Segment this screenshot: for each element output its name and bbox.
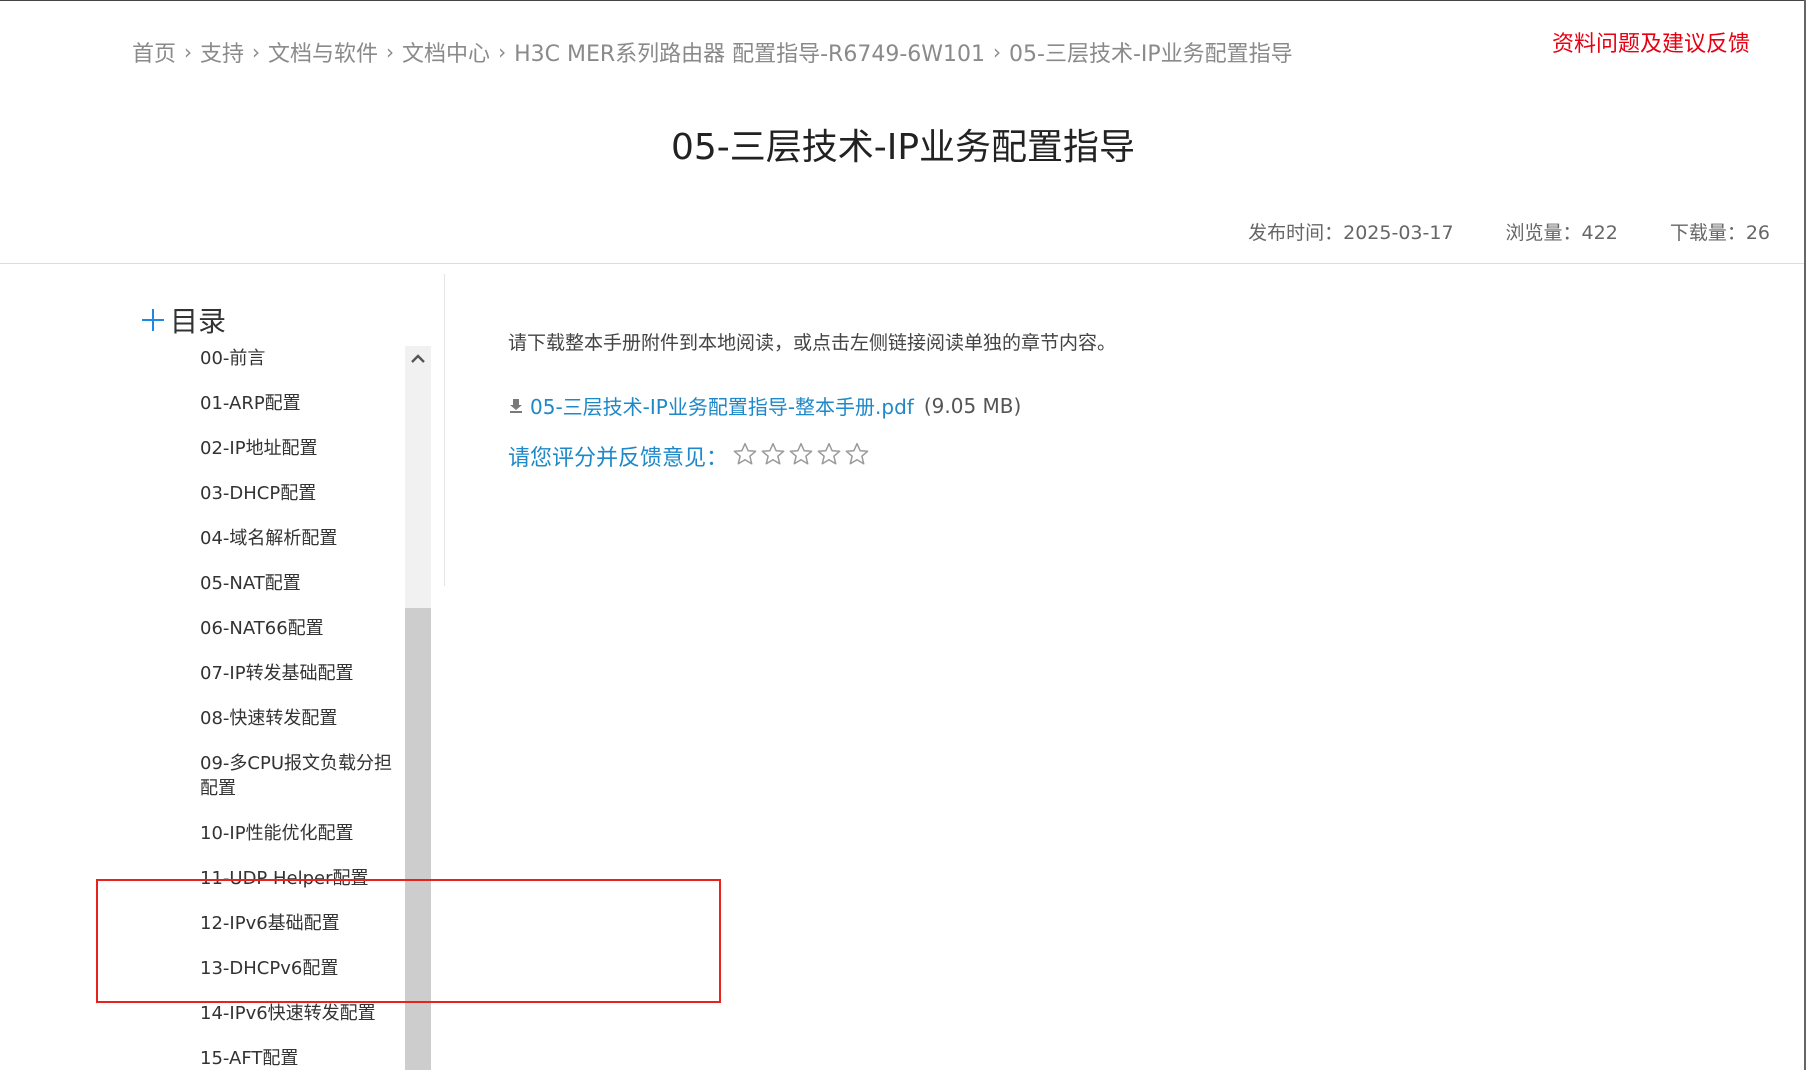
toc-item[interactable]: 12-IPv6基础配置: [200, 911, 400, 936]
toc-item[interactable]: 04-域名解析配置: [200, 526, 400, 551]
toc-list: 00-前言 01-ARP配置 02-IP地址配置 03-DHCP配置 04-域名…: [200, 346, 400, 1070]
chevron-up-icon[interactable]: [405, 346, 431, 372]
toc-item[interactable]: 06-NAT66配置: [200, 616, 400, 641]
breadcrumb-separator: ›: [498, 40, 507, 64]
header-divider: [0, 263, 1804, 264]
breadcrumb-home[interactable]: 首页: [132, 36, 176, 68]
scrollbar-thumb[interactable]: [405, 608, 431, 1070]
toc-item[interactable]: 10-IP性能优化配置: [200, 821, 400, 846]
star-outline-icon[interactable]: [788, 441, 814, 471]
toc-item[interactable]: 15-AFT配置: [200, 1046, 400, 1070]
toc-title: 目录: [170, 305, 227, 338]
toc-item[interactable]: 13-DHCPv6配置: [200, 956, 400, 981]
star-outline-icon[interactable]: [816, 441, 842, 471]
toc-header[interactable]: 目录: [142, 300, 226, 340]
star-rating: [732, 441, 870, 471]
breadcrumb-separator: ›: [386, 40, 395, 64]
breadcrumb-separator: ›: [993, 40, 1002, 64]
download-icon: [508, 394, 524, 418]
toc-item[interactable]: 14-IPv6快速转发配置: [200, 1001, 400, 1026]
breadcrumb: 首页 › 支持 › 文档与软件 › 文档中心 › H3C MER系列路由器 配置…: [132, 36, 1293, 68]
breadcrumb-support[interactable]: 支持: [200, 36, 244, 68]
toc-item[interactable]: 03-DHCP配置: [200, 481, 400, 506]
toc-item[interactable]: 05-NAT配置: [200, 571, 400, 596]
rating-label: 请您评分并反馈意见：: [508, 446, 729, 471]
rating-row: 请您评分并反馈意见：: [508, 440, 870, 472]
toc-scrollbar[interactable]: [405, 346, 431, 1070]
window-top-border: [0, 0, 1806, 1]
breadcrumb-separator: ›: [184, 40, 193, 64]
toc-item[interactable]: 01-ARP配置: [200, 391, 400, 416]
column-divider: [444, 274, 445, 586]
star-outline-icon[interactable]: [760, 441, 786, 471]
breadcrumb-separator: ›: [252, 40, 261, 64]
download-row: 05-三层技术-IP业务配置指导-整本手册.pdf (9.05 MB): [508, 391, 1021, 420]
toc-item[interactable]: 07-IP转发基础配置: [200, 661, 400, 686]
toc-item[interactable]: 08-快速转发配置: [200, 706, 400, 731]
star-outline-icon[interactable]: [844, 441, 870, 471]
toc-item[interactable]: 00-前言: [200, 346, 400, 371]
publish-date: 发布时间：2025-03-17: [1248, 222, 1454, 244]
breadcrumb-doc-center[interactable]: 文档中心: [402, 36, 490, 68]
star-outline-icon[interactable]: [732, 441, 758, 471]
toc-item[interactable]: 09-多CPU报文负载分担配置: [200, 751, 400, 801]
file-size: (9.05 MB): [923, 393, 1022, 418]
page-title: 05-三层技术-IP业务配置指导: [670, 127, 1136, 168]
toc-item[interactable]: 02-IP地址配置: [200, 436, 400, 461]
view-count: 浏览量：422: [1505, 222, 1618, 244]
breadcrumb-current: 05-三层技术-IP业务配置指导: [1009, 42, 1293, 67]
toc-item[interactable]: 11-UDP Helper配置: [200, 866, 400, 891]
intro-text: 请下载整本手册附件到本地阅读，或点击左侧链接阅读单独的章节内容。: [508, 332, 1117, 354]
document-meta: 发布时间：2025-03-17 浏览量：422 下载量：26: [1248, 218, 1770, 245]
download-count: 下载量：26: [1669, 222, 1770, 244]
plus-icon[interactable]: [142, 309, 164, 331]
breadcrumb-product-guide[interactable]: H3C MER系列路由器 配置指导-R6749-6W101: [514, 36, 985, 68]
pdf-download-link[interactable]: 05-三层技术-IP业务配置指导-整本手册.pdf: [530, 391, 914, 420]
feedback-link[interactable]: 资料问题及建议反馈: [1552, 26, 1750, 58]
breadcrumb-docs-software[interactable]: 文档与软件: [268, 36, 378, 68]
